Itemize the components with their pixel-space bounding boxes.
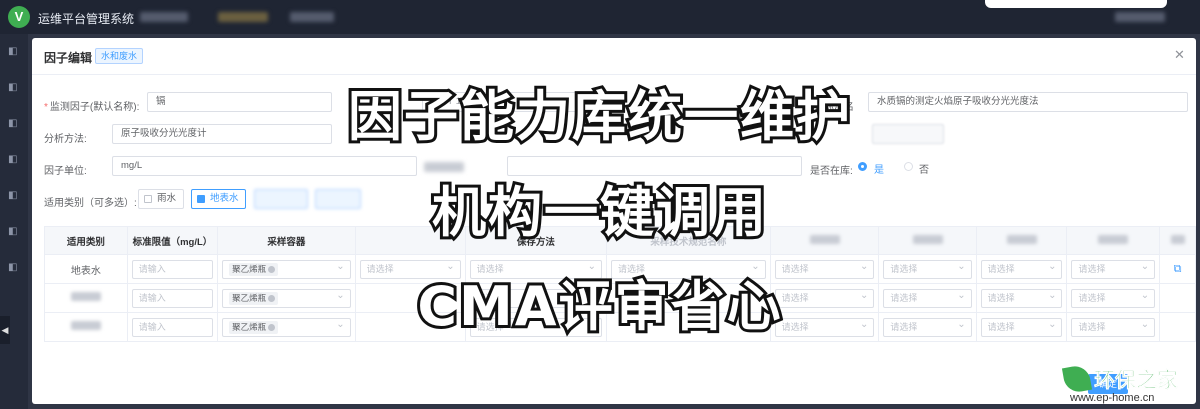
close-icon[interactable]: ✕ [1174, 47, 1185, 63]
watermark-name: 环保之家 [1094, 369, 1179, 393]
nav-item-blurred[interactable] [290, 12, 334, 22]
top-navigation-bar: V 运维平台管理系统 [0, 0, 1200, 34]
menu-icon[interactable]: ◧ [8, 46, 18, 57]
dialog-title: 因子编辑 [44, 51, 93, 65]
overlay-headline-2: 机构一键调用 [429, 178, 769, 247]
category-tag: 水和废水 [95, 48, 144, 64]
top-user-panel [985, 0, 1167, 8]
overlay-headline-3: CMA评审省心 [414, 272, 783, 341]
user-info-blurred[interactable] [1115, 12, 1165, 22]
menu-icon[interactable]: ◧ [8, 154, 18, 165]
app-logo: V [8, 6, 30, 28]
overlay-headline-1: 因子能力库统一维护 [345, 82, 853, 151]
nav-item-blurred[interactable] [140, 12, 188, 22]
nav-item-blurred[interactable] [218, 12, 268, 22]
leaf-logo-icon [1061, 363, 1093, 395]
watermark: 环保之家 www.ep-home.cn [1058, 360, 1200, 409]
watermark-url: www.ep-home.cn [1070, 392, 1155, 404]
app-title: 运维平台管理系统 [38, 12, 135, 26]
